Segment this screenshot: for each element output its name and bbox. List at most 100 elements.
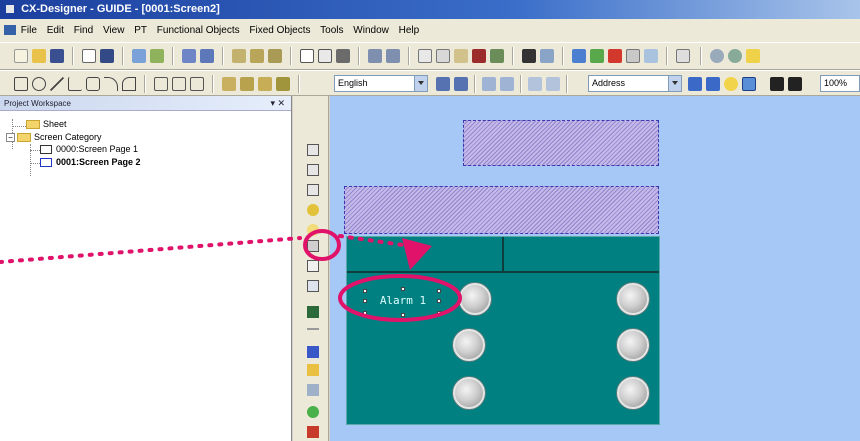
lamp-button[interactable]: [617, 329, 649, 361]
new-screen-icon[interactable]: [82, 49, 96, 63]
copy2-icon[interactable]: [436, 49, 450, 63]
lamp-button[interactable]: [453, 329, 485, 361]
resize-handle[interactable]: [437, 299, 441, 303]
align-left-icon[interactable]: [154, 77, 168, 91]
screen-property-icon[interactable]: [132, 49, 146, 63]
frame-icon[interactable]: [300, 49, 314, 63]
print-icon[interactable]: [336, 49, 350, 63]
screen-icon[interactable]: [742, 77, 756, 91]
front-icon[interactable]: [222, 77, 236, 91]
layer-icon[interactable]: [182, 49, 196, 63]
undo-icon[interactable]: [368, 49, 382, 63]
lang-b-icon[interactable]: [454, 77, 468, 91]
circle-icon[interactable]: [32, 77, 46, 91]
align-right-icon[interactable]: [172, 77, 186, 91]
hatched-area-top[interactable]: [463, 120, 659, 166]
redo-icon[interactable]: [386, 49, 400, 63]
resize-handle[interactable]: [437, 311, 441, 315]
delete-icon[interactable]: [472, 49, 486, 63]
polyline-icon[interactable]: [68, 77, 82, 91]
resize-handle[interactable]: [363, 299, 367, 303]
bitmap-icon[interactable]: [307, 306, 319, 318]
resize-handle[interactable]: [401, 313, 405, 317]
red-object-icon[interactable]: [307, 426, 319, 438]
tree-item-screen-category[interactable]: − Screen Category: [6, 132, 102, 143]
menu-fixed-objects[interactable]: Fixed Objects: [249, 25, 310, 36]
object-property-icon[interactable]: [150, 49, 164, 63]
tool-button-icon[interactable]: [307, 144, 319, 156]
lamp-button[interactable]: [459, 283, 491, 315]
layer2-icon[interactable]: [200, 49, 214, 63]
trend-icon[interactable]: [307, 384, 319, 396]
transfer-icon[interactable]: [590, 49, 604, 63]
tool-button2-icon[interactable]: [307, 164, 319, 176]
bar-graph-icon[interactable]: [307, 364, 319, 376]
replace-icon[interactable]: [540, 49, 554, 63]
lang-a-icon[interactable]: [436, 77, 450, 91]
polygon-icon[interactable]: [86, 77, 100, 91]
screen-list-icon[interactable]: [676, 49, 690, 63]
address-select[interactable]: Address: [588, 75, 682, 92]
paste-icon[interactable]: [250, 49, 264, 63]
info-icon[interactable]: [644, 49, 658, 63]
hatched-area-mid[interactable]: [344, 186, 659, 234]
resize-handle[interactable]: [437, 289, 441, 293]
resize-handle[interactable]: [401, 287, 405, 291]
resize-handle[interactable]: [363, 311, 367, 315]
save-icon[interactable]: [50, 49, 64, 63]
alarm-panel[interactable]: Alarm 1: [346, 236, 660, 425]
numeral-icon[interactable]: [307, 280, 319, 292]
menu-file[interactable]: File: [21, 25, 37, 36]
tree-item-sheet[interactable]: Sheet: [26, 119, 67, 130]
display-icon[interactable]: [307, 260, 319, 272]
rectangle-icon[interactable]: [14, 77, 28, 91]
sector-icon[interactable]: [122, 77, 136, 91]
tool-icon[interactable]: [490, 49, 504, 63]
open-icon[interactable]: [32, 49, 46, 63]
cross-icon[interactable]: [608, 49, 622, 63]
black-box-icon[interactable]: [770, 77, 784, 91]
group-objects-icon[interactable]: [258, 77, 272, 91]
document-icon[interactable]: [4, 25, 16, 36]
menu-view[interactable]: View: [103, 25, 125, 36]
find-icon[interactable]: [522, 49, 536, 63]
lamp-button[interactable]: [617, 283, 649, 315]
state2-icon[interactable]: [546, 77, 560, 91]
lamp-button[interactable]: [453, 377, 485, 409]
arc-icon[interactable]: [104, 77, 118, 91]
preview-icon[interactable]: [318, 49, 332, 63]
chevron-down-icon[interactable]: [668, 76, 681, 91]
menu-edit[interactable]: Edit: [47, 25, 64, 36]
settings2-icon[interactable]: [728, 49, 742, 63]
settings-icon[interactable]: [710, 49, 724, 63]
paste2-icon[interactable]: [454, 49, 468, 63]
screen-canvas[interactable]: Alarm 1: [330, 96, 860, 441]
bulb-icon[interactable]: [724, 77, 738, 91]
lamp-button[interactable]: [617, 377, 649, 409]
menu-help[interactable]: Help: [399, 25, 420, 36]
check-icon[interactable]: [626, 49, 640, 63]
group-icon[interactable]: [268, 49, 282, 63]
alarm-label[interactable]: Alarm 1: [367, 287, 439, 315]
zoom-select[interactable]: 100%: [820, 75, 860, 92]
help-icon[interactable]: [746, 49, 760, 63]
lamp-test2-icon[interactable]: [500, 77, 514, 91]
resize-handle[interactable]: [363, 289, 367, 293]
test-icon[interactable]: [572, 49, 586, 63]
lamp-icon[interactable]: [307, 204, 319, 216]
back-icon[interactable]: [240, 77, 254, 91]
tool-button3-icon[interactable]: [307, 184, 319, 196]
display2-icon[interactable]: [706, 77, 720, 91]
menu-pt[interactable]: PT: [134, 25, 147, 36]
graph-icon[interactable]: [307, 346, 319, 358]
menu-find[interactable]: Find: [74, 25, 93, 36]
align-top-icon[interactable]: [190, 77, 204, 91]
bit-lamp-icon[interactable]: [307, 224, 319, 236]
state-icon[interactable]: [528, 77, 542, 91]
display-icon[interactable]: [688, 77, 702, 91]
menu-tools[interactable]: Tools: [320, 25, 343, 36]
black-box2-icon[interactable]: [788, 77, 802, 91]
ungroup-icon[interactable]: [276, 77, 290, 91]
save-screen-icon[interactable]: [100, 49, 114, 63]
language-select[interactable]: English: [334, 75, 428, 92]
